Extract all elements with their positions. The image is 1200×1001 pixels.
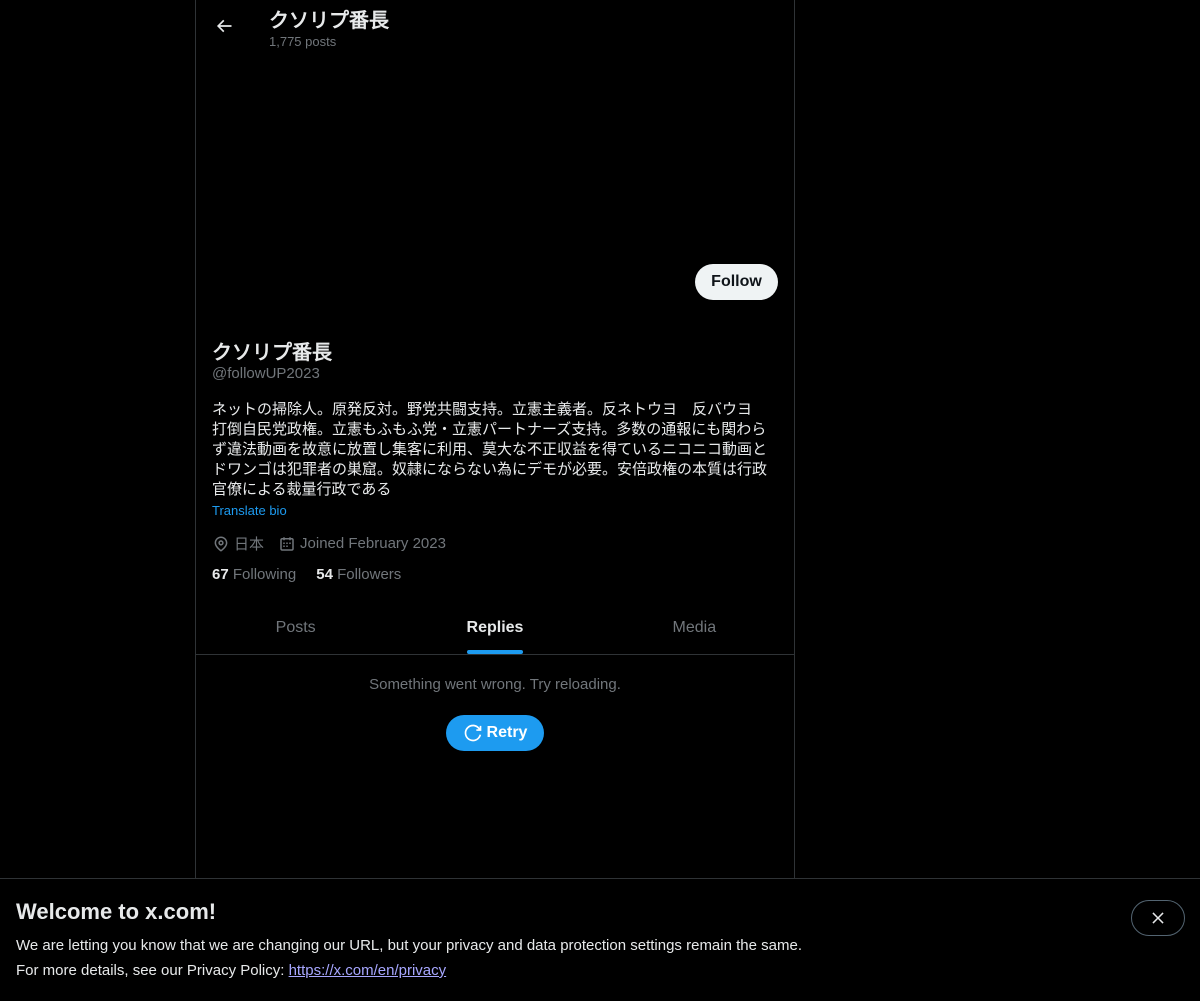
tab-media[interactable]: Media bbox=[595, 601, 794, 654]
retry-button[interactable]: Retry bbox=[446, 715, 544, 751]
tab-replies[interactable]: Replies bbox=[395, 601, 594, 654]
profile-tabs: Posts Replies Media bbox=[196, 601, 794, 655]
tab-label: Posts bbox=[275, 618, 316, 636]
back-button[interactable] bbox=[207, 8, 241, 44]
calendar-icon bbox=[280, 536, 294, 551]
profile-joined: Joined February 2023 bbox=[278, 535, 446, 553]
follow-counts: 67 Following 54 Followers bbox=[212, 566, 421, 583]
refresh-icon bbox=[464, 724, 481, 742]
following-label: Following bbox=[232, 566, 297, 583]
bio-line: ず違法動画を故意に放置し集客に利用、莫大な不正収益を得ているニコニコ動画と bbox=[212, 441, 768, 458]
arrow-left-icon bbox=[216, 19, 232, 33]
tab-label: Media bbox=[672, 618, 717, 636]
followers-link[interactable]: 54 Followers bbox=[316, 566, 401, 583]
followers-label: Followers bbox=[337, 566, 402, 583]
top-bar: クソリプ番長 1,775 posts bbox=[196, 0, 794, 53]
display-name: クソリプ番長 bbox=[212, 342, 332, 364]
notice-privacy-prefix: For more details, see our Privacy Policy… bbox=[16, 962, 289, 979]
bio-line: ドワンゴは犯罪者の巣窟。奴隷にならない為にデモが必要。安倍政権の本質は行政 bbox=[212, 461, 768, 478]
bio-line: 官僚による裁量行政である bbox=[212, 481, 392, 498]
notice-title: Welcome to x.com! bbox=[16, 899, 217, 924]
tab-label: Replies bbox=[466, 618, 524, 636]
profile-banner bbox=[196, 53, 794, 203]
location-text: 日本 bbox=[234, 536, 265, 553]
joined-text: Joined February 2023 bbox=[300, 535, 446, 552]
header-title: クソリプ番長 bbox=[269, 10, 389, 32]
profile-bio: ネットの掃除人。原発反対。野党共闘支持。立憲主義者。反ネトウヨ 反バウヨ 打倒自… bbox=[212, 400, 772, 500]
profile-column: クソリプ番長 1,775 posts Follow クソリプ番長 @follow… bbox=[195, 0, 795, 1000]
active-tab-indicator bbox=[466, 650, 523, 654]
following-link[interactable]: 67 Following bbox=[212, 566, 296, 583]
location-pin-icon bbox=[214, 536, 228, 552]
close-icon bbox=[1152, 912, 1164, 924]
profile-handle: @followUP2023 bbox=[212, 365, 320, 382]
privacy-policy-link[interactable]: https://x.com/en/privacy bbox=[289, 962, 447, 979]
bio-line: 打倒自民党政権。立憲もふもふ党・立憲パートナーズ支持。多数の通報にも関わら bbox=[212, 421, 767, 438]
profile-meta: 日本 Joined February 2023 bbox=[212, 533, 460, 554]
follow-button[interactable]: Follow bbox=[695, 264, 778, 300]
translate-bio-link[interactable]: Translate bio bbox=[212, 503, 287, 518]
notice-text: We are letting you know that we are chan… bbox=[16, 937, 802, 954]
error-message: Something went wrong. Try reloading. bbox=[369, 676, 621, 693]
notice-privacy-line: For more details, see our Privacy Policy… bbox=[16, 962, 446, 979]
retry-label: Retry bbox=[486, 724, 528, 741]
header-post-count: 1,775 posts bbox=[269, 34, 337, 49]
close-notice-button[interactable] bbox=[1131, 900, 1185, 936]
bio-line: ネットの掃除人。原発反対。野党共闘支持。立憲主義者。反ネトウヨ 反バウヨ bbox=[212, 401, 753, 418]
profile-location: 日本 bbox=[212, 533, 264, 554]
followers-count: 54 bbox=[316, 566, 333, 583]
url-change-notice: Welcome to x.com! We are letting you kno… bbox=[0, 878, 1200, 1001]
following-count: 67 bbox=[212, 566, 229, 583]
tab-posts[interactable]: Posts bbox=[196, 601, 395, 654]
